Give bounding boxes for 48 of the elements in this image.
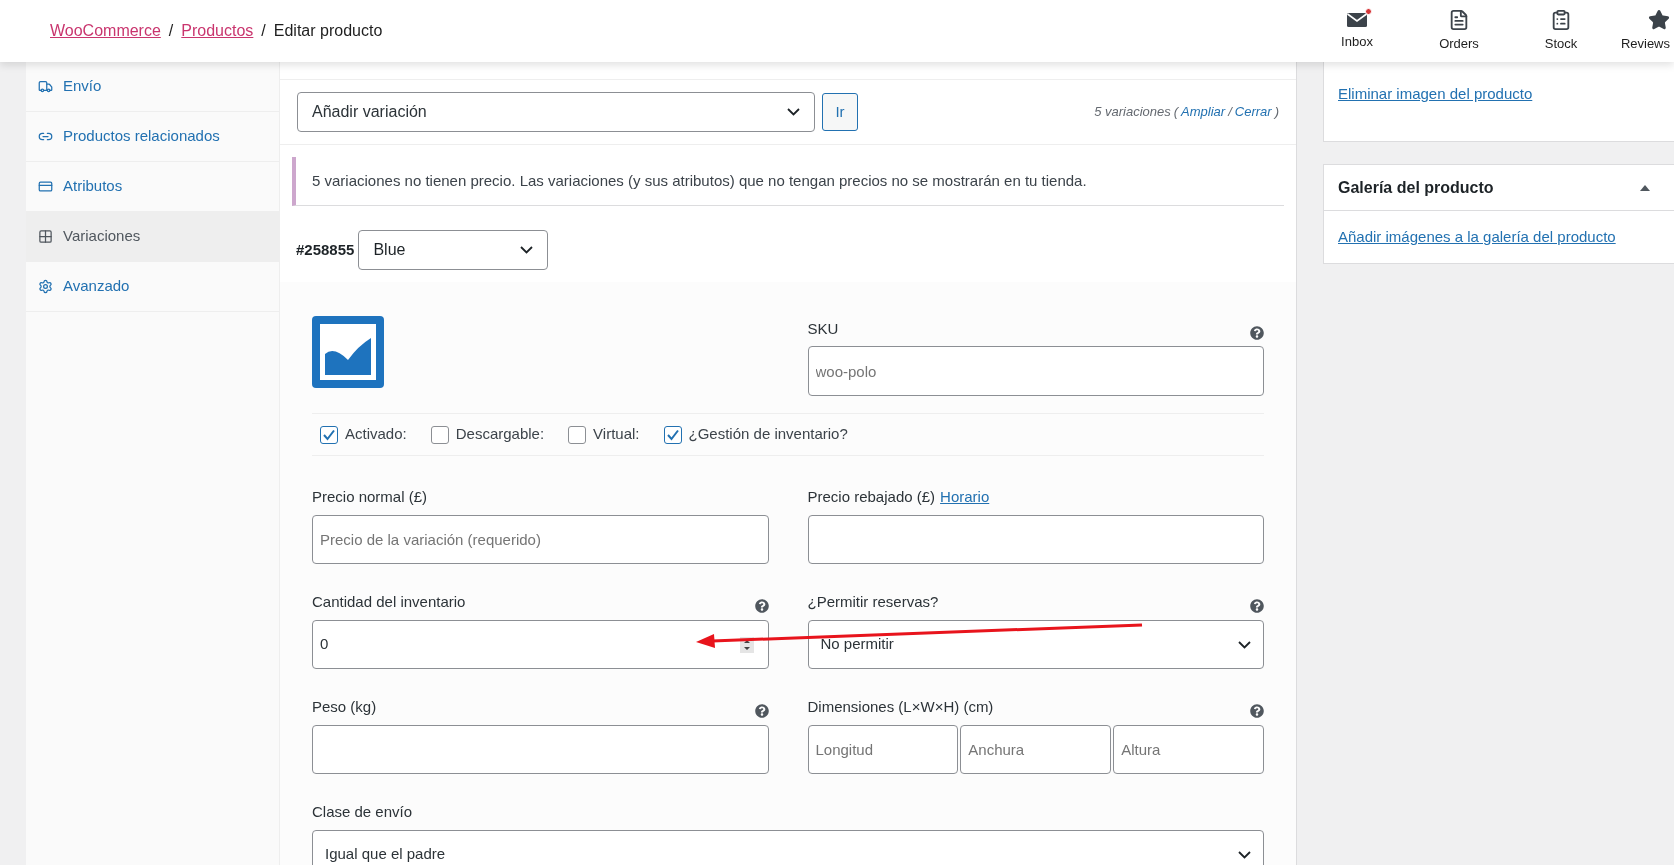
dimension-field[interactable]: Anchura: [960, 725, 1112, 774]
paren: ): [1274, 103, 1279, 122]
sidebar-item[interactable]: Productos relacionados: [26, 112, 279, 162]
sidebar-item[interactable]: Avanzado: [26, 262, 279, 312]
go-button[interactable]: Ir: [822, 93, 858, 131]
activity-button[interactable]: Orders: [1408, 0, 1510, 62]
checkbox-label: Activado:: [345, 424, 407, 445]
activity-button[interactable]: Inbox: [1306, 0, 1408, 62]
attribute-select[interactable]: Blue: [358, 230, 549, 270]
checkbox-label: ¿Gestión de inventario?: [688, 424, 848, 445]
breadcrumb-separator: /: [168, 21, 174, 41]
activity-button[interactable]: Reviews: [1612, 0, 1670, 62]
select-field[interactable]: Igual que el padre: [312, 830, 1264, 865]
field-label: Precio rebajado (£): [807, 486, 936, 507]
field-label: Cantidad del inventario: [312, 591, 466, 612]
sku-field[interactable]: woo-polo: [807, 346, 1264, 396]
text-field[interactable]: Precio de la variación (requerido): [312, 515, 769, 564]
breadcrumb-link[interactable]: Productos: [181, 19, 254, 43]
variation-id: #258855: [296, 239, 355, 260]
field-label: Peso (kg): [312, 696, 377, 717]
action-select[interactable]: Añadir variación: [297, 92, 815, 132]
gallery-link[interactable]: Añadir imágenes a la galería del producto: [1338, 228, 1616, 245]
card-title: Galería del producto: [1338, 177, 1494, 198]
sidebar-item[interactable]: Envío: [26, 62, 279, 112]
collapse-link[interactable]: Cerrar: [1234, 102, 1272, 122]
select-field[interactable]: No permitir: [807, 620, 1264, 669]
field-label: SKU: [807, 318, 839, 339]
breadcrumb-current: Editar producto: [273, 21, 383, 41]
sidebar-item[interactable]: Variaciones: [26, 212, 279, 262]
remove-image-link[interactable]: Eliminar imagen del producto: [1338, 85, 1533, 102]
number-field[interactable]: 0: [312, 620, 769, 669]
link-separator: /: [1228, 103, 1232, 122]
dimension-field[interactable]: Longitud: [807, 725, 959, 774]
dimension-field[interactable]: Altura: [1113, 725, 1264, 774]
schedule-link[interactable]: Horario: [940, 485, 990, 508]
activity-button[interactable]: Stock: [1510, 0, 1612, 62]
field-label: Precio normal (£): [312, 486, 428, 507]
expand-link[interactable]: Ampliar: [1181, 102, 1226, 122]
breadcrumb-link[interactable]: WooCommerce: [50, 19, 161, 43]
variation-count: 5 variaciones: [1094, 103, 1171, 122]
field-label: Dimensiones (L×W×H) (cm): [807, 696, 994, 717]
checkbox-label: Virtual:: [593, 424, 640, 445]
checkbox-label: Descargable:: [455, 424, 545, 445]
field-label: Clase de envío: [312, 801, 413, 822]
price-notice: 5 variaciones no tienen precio. Las variaciones (y sus atributos) que no tengan precios no se mostrarán en tu tienda.: [292, 157, 1284, 206]
field-label: ¿Permitir reservas?: [807, 591, 939, 612]
paren: (: [1173, 103, 1179, 122]
breadcrumb-separator: /: [261, 21, 266, 41]
